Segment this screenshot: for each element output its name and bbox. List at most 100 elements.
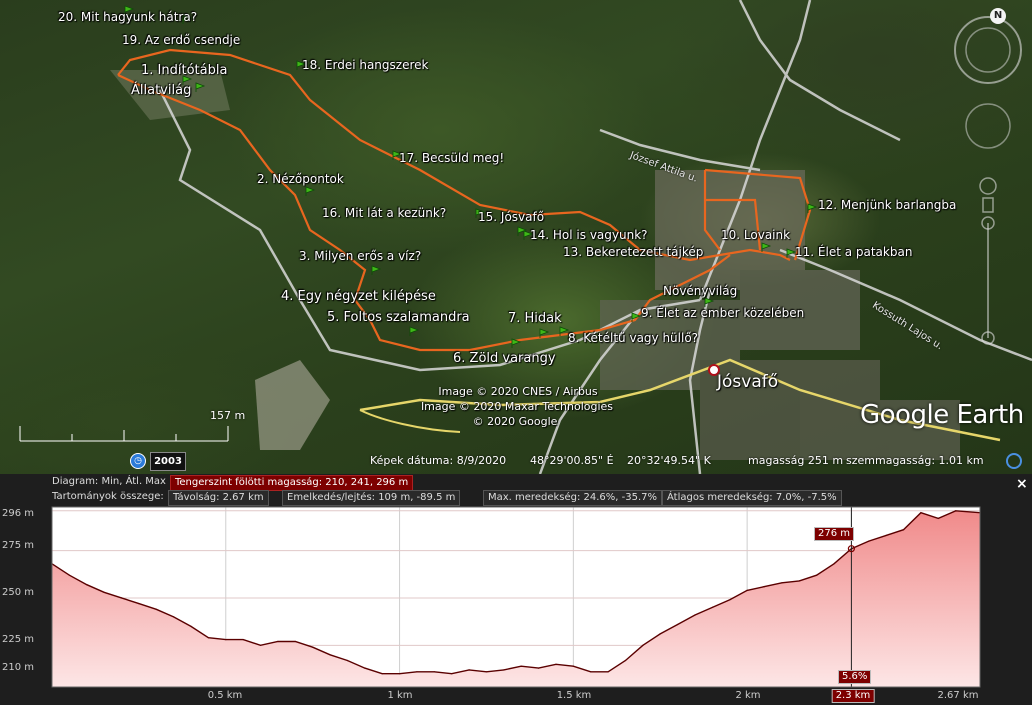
scale-label: 157 m [210,409,246,422]
elevation-point [485,671,488,673]
elevation-profile-panel: × Diagram: Min, Átl. Max Tengerszint föl… [0,474,1032,705]
station-label[interactable]: 8. Kétéltű vagy hüllő? [568,331,698,345]
elevation-point [468,669,470,671]
elevation-point [607,671,609,673]
station-label[interactable]: 20. Mit hagyunk hátra? [58,10,197,24]
elevation-point [138,603,140,605]
station-label[interactable]: 11. Élet a patakban [795,245,912,259]
elevation-point [746,589,748,591]
station-label[interactable]: 1. Indítótábla [141,64,227,78]
elevation-point [329,654,331,656]
elevation-point [190,625,192,627]
elevation-point [259,644,262,646]
elevation-point [433,671,435,673]
x-tick-label: 1.5 km [556,690,592,701]
elevation-point [555,663,557,665]
elevation-point [103,591,105,593]
elevation-point [416,671,418,673]
elevation-point [173,616,175,618]
elevation-point [868,540,870,542]
elevation-point [590,671,592,673]
station-label[interactable]: 3. Milyen erős a víz? [299,249,421,263]
image-credit: Image © 2020 CNES / Airbus [438,385,598,398]
satellite-map[interactable]: N 20. Mit hagyunk hátra? 19. Az erdő cse… [0,0,1032,474]
station-label[interactable]: Növényvilág [663,284,737,298]
station-label[interactable]: 6. Zöld varangy [453,352,556,366]
x-tick-label: 1 km [387,690,413,701]
elevation-point [816,574,818,576]
elevation-point [624,659,627,662]
elevation-point [538,667,540,669]
elevation-point [920,512,922,514]
station-label[interactable]: 4. Egy négyzet kilépése [281,290,436,304]
scale-bar [19,426,229,442]
station-label[interactable]: Állatvilág [131,84,191,98]
cursor-distance: 2.3 km [831,689,875,703]
elevation-point [312,646,314,648]
elevation-point [937,517,939,519]
station-label[interactable]: 18. Erdei hangszerek [302,58,428,72]
elevation-point [381,673,383,675]
status-bar: Képek dátuma: 8/9/2020 48°29'00.85" É 20… [0,451,1032,471]
elevation-point [729,599,731,601]
elevation-point [885,534,887,536]
elevation-point [520,665,522,667]
elevation-point [572,665,574,667]
longitude: 20°32'49.54" K [627,454,711,467]
elevation-point [677,623,679,626]
x-tick-label: 2.67 km [937,690,979,701]
cursor-elevation: 276 m [814,527,855,541]
elevation-point [225,639,227,641]
elevation-point [798,580,800,582]
image-credit: Image © 2020 Maxar Technologies [420,400,614,413]
image-credit: © 2020 Google [472,415,558,428]
elevation-point [399,673,401,675]
station-label[interactable]: 5. Foltos szalamandra [327,311,470,325]
elevation-point [902,529,905,531]
elevation-point [711,606,714,608]
station-label[interactable]: 16. Mit lát a kezünk? [322,206,446,220]
elevation-point [364,667,366,669]
elevation-point [68,574,70,576]
station-label[interactable]: 14. Hol is vagyunk? [530,228,648,242]
latitude: 48°29'00.85" É [530,454,614,467]
elevation-point [503,669,505,671]
elevation-readout: magasság 251 m [748,454,844,467]
elevation-point [120,597,123,599]
elevation-point [242,639,244,641]
eye-altitude: szemmagasság: 1.01 km [846,454,984,467]
cursor-slope: 5.6% [838,670,872,684]
elevation-chart[interactable] [0,474,1032,705]
elevation-point [346,659,348,662]
station-label[interactable]: 7. Hidak [508,312,562,326]
station-label[interactable]: 17. Becsüld meg! [399,151,504,165]
town-label[interactable]: Jósvafő [717,372,778,392]
elevation-point [833,563,835,565]
station-label[interactable]: 15. Jósvafő [478,210,544,224]
look-ring-icon [954,16,1022,84]
elevation-point [642,644,644,646]
streaming-icon [1006,453,1022,469]
elevation-point [763,586,766,588]
x-tick-label: 2 km [735,690,761,701]
elevation-point [155,608,157,610]
elevation-point [955,510,957,512]
elevation-point [781,582,783,584]
imagery-date: Képek dátuma: 8/9/2020 [370,454,507,467]
station-label[interactable]: 2. Nézőpontok [257,172,344,186]
elevation-point [207,637,209,639]
pegman-icon [979,177,997,195]
station-label[interactable]: 19. Az erdő csendje [122,33,240,47]
elevation-point [694,614,696,616]
elevation-point [659,633,661,635]
station-label[interactable]: 10. Lovaink [721,228,790,242]
station-label[interactable]: 9. Élet az ember közelében [641,306,804,320]
elevation-point [294,640,296,643]
elevation-point [86,584,88,586]
station-label[interactable]: 12. Menjünk barlangba [818,198,956,212]
compass-north-icon[interactable]: N [990,8,1006,24]
google-earth-logo: Google Earth [860,400,1024,430]
elevation-point [277,640,279,643]
x-tick-label: 0.5 km [207,690,243,701]
station-label[interactable]: 13. Bekeretezett tájkép [563,245,703,259]
